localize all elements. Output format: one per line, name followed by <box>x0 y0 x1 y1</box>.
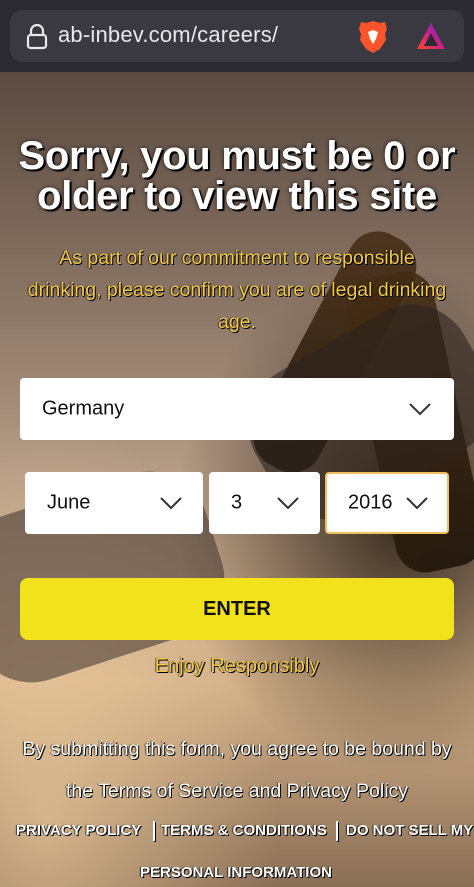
month-value: June <box>47 491 91 514</box>
chevron-down-icon <box>277 497 299 510</box>
month-select[interactable]: June <box>25 472 203 534</box>
lock-icon[interactable] <box>26 24 48 50</box>
subtext-line: As part of our commitment to responsible <box>59 247 415 269</box>
footer-divider <box>153 821 155 841</box>
enjoy-responsibly-text: Enjoy Responsibly <box>154 655 320 677</box>
subtext-line: drinking, please confirm you are of lega… <box>27 279 447 301</box>
terms-conditions-link[interactable]: TERMS & CONDITIONS <box>161 822 327 839</box>
brave-rewards-icon[interactable] <box>416 22 446 50</box>
subtext-line: age. <box>218 311 256 333</box>
page-title: Sorry, you must be 0 or older to view th… <box>0 136 474 216</box>
country-select[interactable]: Germany <box>20 378 454 440</box>
country-value: Germany <box>42 397 125 420</box>
terms-notice: By submitting this form, you agree to be… <box>0 728 474 812</box>
day-value: 3 <box>231 491 243 514</box>
enter-button[interactable]: ENTER <box>20 578 454 640</box>
day-select[interactable]: 3 <box>209 472 320 534</box>
chevron-down-icon <box>406 497 428 510</box>
terms-line: By submitting this form, you agree to be… <box>22 738 452 760</box>
terms-line[interactable]: the Terms of Service and Privacy Policy <box>0 770 474 812</box>
url-text[interactable]: ab-inbev.com/careers/ <box>58 22 278 48</box>
headline-line: older to view this site <box>37 174 437 218</box>
year-value: 2016 <box>348 491 393 514</box>
privacy-policy-link[interactable]: PRIVACY POLICY <box>16 822 141 839</box>
chevron-down-icon <box>409 403 431 416</box>
do-not-sell-link-continued[interactable]: PERSONAL INFORMATION <box>140 864 332 881</box>
headline-line: Sorry, you must be 0 or <box>18 134 456 178</box>
browser-toolbar: ab-inbev.com/careers/ <box>0 0 474 72</box>
year-select[interactable]: 2016 <box>325 472 449 534</box>
brave-lion-icon[interactable] <box>358 20 388 54</box>
footer-divider <box>336 821 338 841</box>
chevron-down-icon <box>160 497 182 510</box>
commitment-text: As part of our commitment to responsible… <box>10 242 464 338</box>
do-not-sell-link[interactable]: DO NOT SELL MY <box>346 822 473 839</box>
